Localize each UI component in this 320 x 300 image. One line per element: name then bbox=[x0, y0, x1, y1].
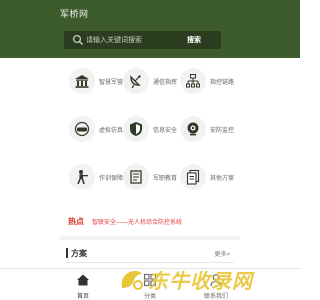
search-icon bbox=[72, 34, 83, 45]
satellite-dish-icon bbox=[130, 75, 141, 89]
watermark-text: 东牛收录网 bbox=[148, 271, 253, 293]
grid-item-label: 指控链路 bbox=[210, 80, 235, 86]
shield-icon bbox=[130, 122, 142, 136]
plan-title: 方案 bbox=[71, 249, 87, 258]
watermark-logo-icon bbox=[121, 270, 143, 290]
building-icon bbox=[75, 75, 89, 88]
grid-item-label: 安防监控 bbox=[210, 128, 235, 134]
nav-home[interactable]: 首页 bbox=[63, 271, 103, 300]
plan-section-header: 方案 更多> bbox=[60, 245, 240, 263]
grid-item-label: 通信指挥 bbox=[153, 80, 178, 86]
nav-label: 首页 bbox=[76, 294, 89, 300]
book-icon bbox=[130, 170, 142, 184]
hot-news-bar: 热点 智联安全——无人机综合防控系统 bbox=[60, 216, 280, 228]
grid-item-label: 作训保障 bbox=[99, 176, 124, 182]
camera-icon bbox=[187, 122, 199, 136]
header: 军桥网 请输入关键词搜索 搜索 bbox=[0, 0, 300, 58]
grid-item-label: 虚拟仿真 bbox=[99, 128, 124, 134]
site-logo[interactable]: 军桥网 bbox=[60, 7, 89, 20]
grid-item-label: 军职教育 bbox=[153, 176, 178, 182]
home-icon bbox=[77, 274, 89, 286]
grid-item-control-link[interactable]: 指控链路 bbox=[180, 68, 260, 108]
search-input[interactable]: 请输入关键词搜索 bbox=[86, 35, 142, 45]
hot-news-link[interactable]: 智联安全——无人机综合防控系统 bbox=[92, 217, 182, 226]
vr-headset-icon bbox=[74, 121, 90, 137]
search-button[interactable]: 搜索 bbox=[187, 35, 201, 45]
section-marker bbox=[66, 248, 68, 258]
hot-title: 热点 bbox=[68, 217, 84, 226]
more-link[interactable]: 更多> bbox=[214, 249, 230, 258]
grid-item-label: 信息安全 bbox=[153, 128, 178, 134]
grid-item-label: 智慧军营 bbox=[99, 80, 124, 86]
documents-icon bbox=[186, 169, 200, 185]
watermark: 东牛收录网 bbox=[118, 263, 278, 295]
grid-item-security-monitor[interactable]: 安防监控 bbox=[180, 116, 260, 156]
grid-item-label: 其他方案 bbox=[210, 176, 235, 182]
network-icon bbox=[186, 74, 200, 88]
section-divider bbox=[60, 236, 240, 240]
soldier-icon bbox=[77, 170, 88, 185]
grid-item-other-solutions[interactable]: 其他方案 bbox=[180, 164, 260, 204]
